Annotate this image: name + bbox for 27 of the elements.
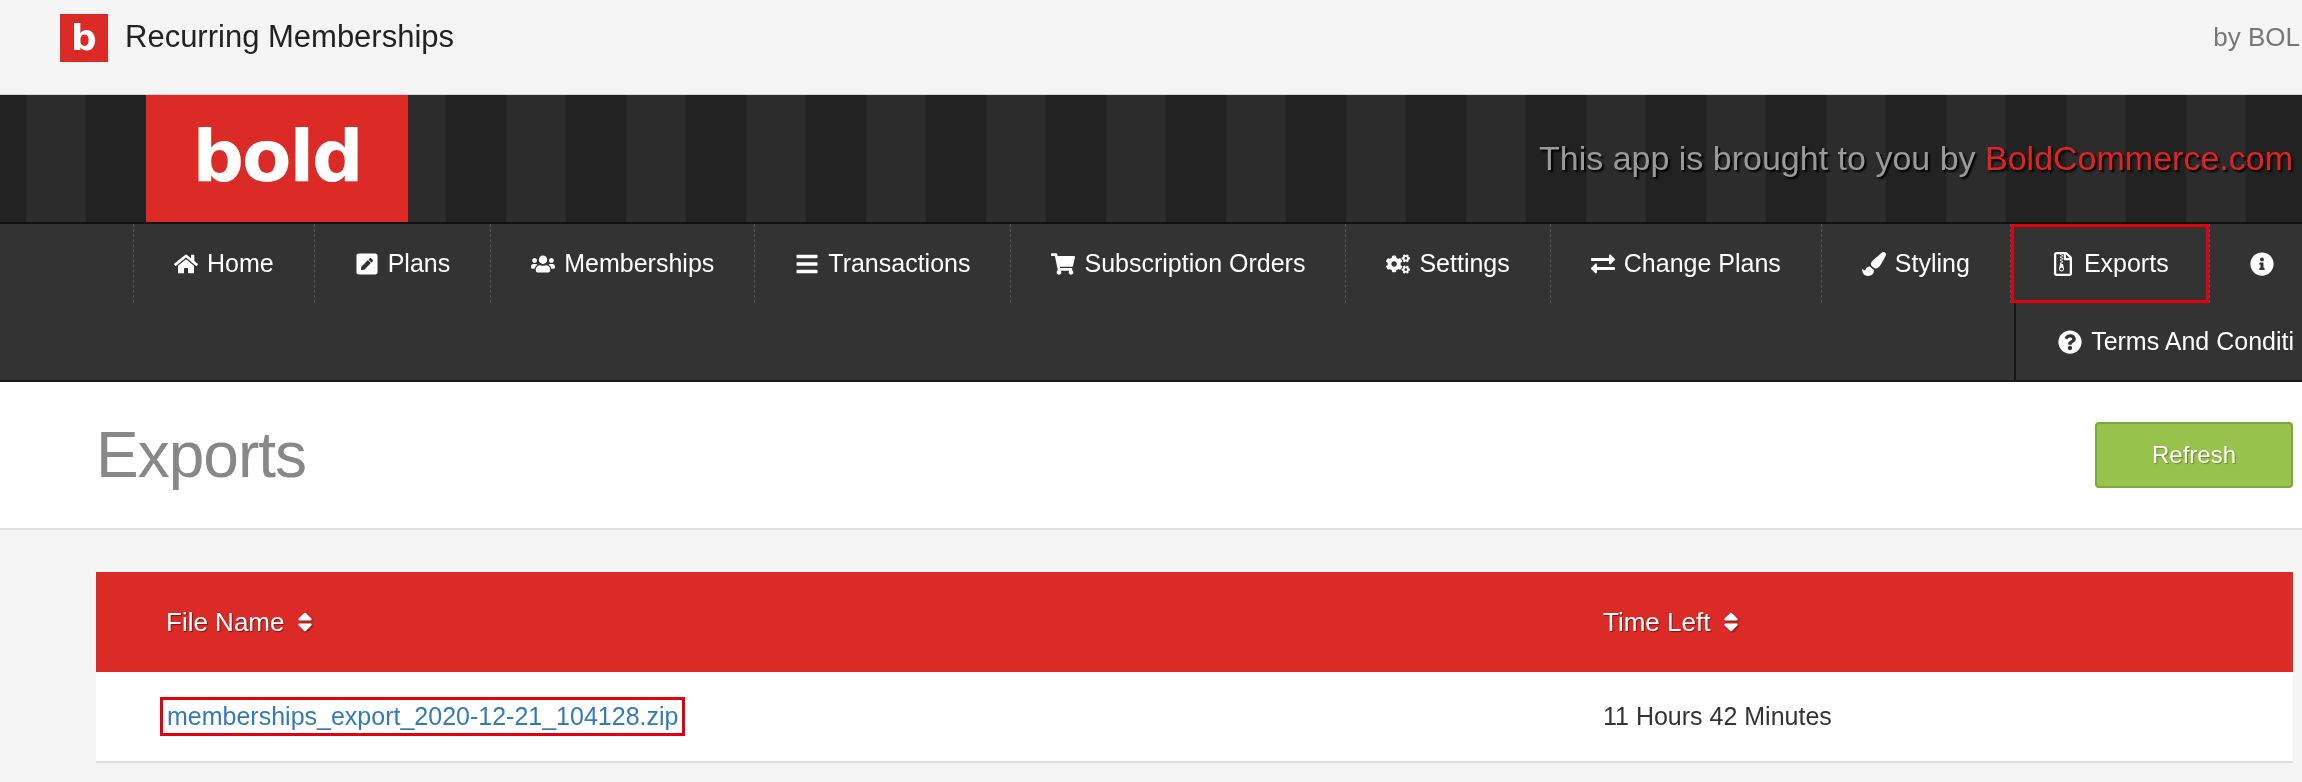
nav-item[interactable]: Plans (313, 224, 491, 303)
app-title: Recurring Memberships (125, 19, 455, 55)
column-header[interactable]: File Name (166, 606, 315, 638)
app-logo: b (60, 14, 108, 62)
help-icon (2058, 329, 2083, 354)
brush-icon (1861, 251, 1886, 276)
nav-item[interactable]: Exports (2009, 224, 2209, 303)
sort-icon (296, 610, 315, 634)
info-icon (2249, 251, 2274, 276)
nav-item[interactable]: Subscription Orders (1010, 224, 1346, 303)
table-cell: 11 Hours 42 Minutes (1603, 702, 1832, 731)
nav-item[interactable]: Transactions (754, 224, 1011, 303)
sort-icon (1722, 610, 1741, 634)
nav-item[interactable]: Change Plans (1549, 224, 1821, 303)
nav-item[interactable]: Memberships (490, 224, 755, 303)
bold-logo: bold (146, 95, 408, 222)
nav-item[interactable]: Home (133, 224, 314, 303)
nav-item[interactable]: Terms And Conditi (2014, 303, 2302, 380)
vendor-label: by BOL (2213, 22, 2301, 53)
file-download-link[interactable]: memberships_export_2020-12-21_104128.zip (160, 697, 686, 736)
nav-item[interactable]: Settings (1345, 224, 1550, 303)
nav-item[interactable]: Styling (1820, 224, 2010, 303)
page-title: Exports (96, 418, 306, 492)
column-header[interactable]: Time Left (1603, 606, 1741, 638)
cart-icon (1051, 251, 1076, 276)
gears-icon (1386, 251, 1411, 276)
banner-tagline: This app is brought to you by BoldCommerce.com (1538, 139, 2294, 178)
